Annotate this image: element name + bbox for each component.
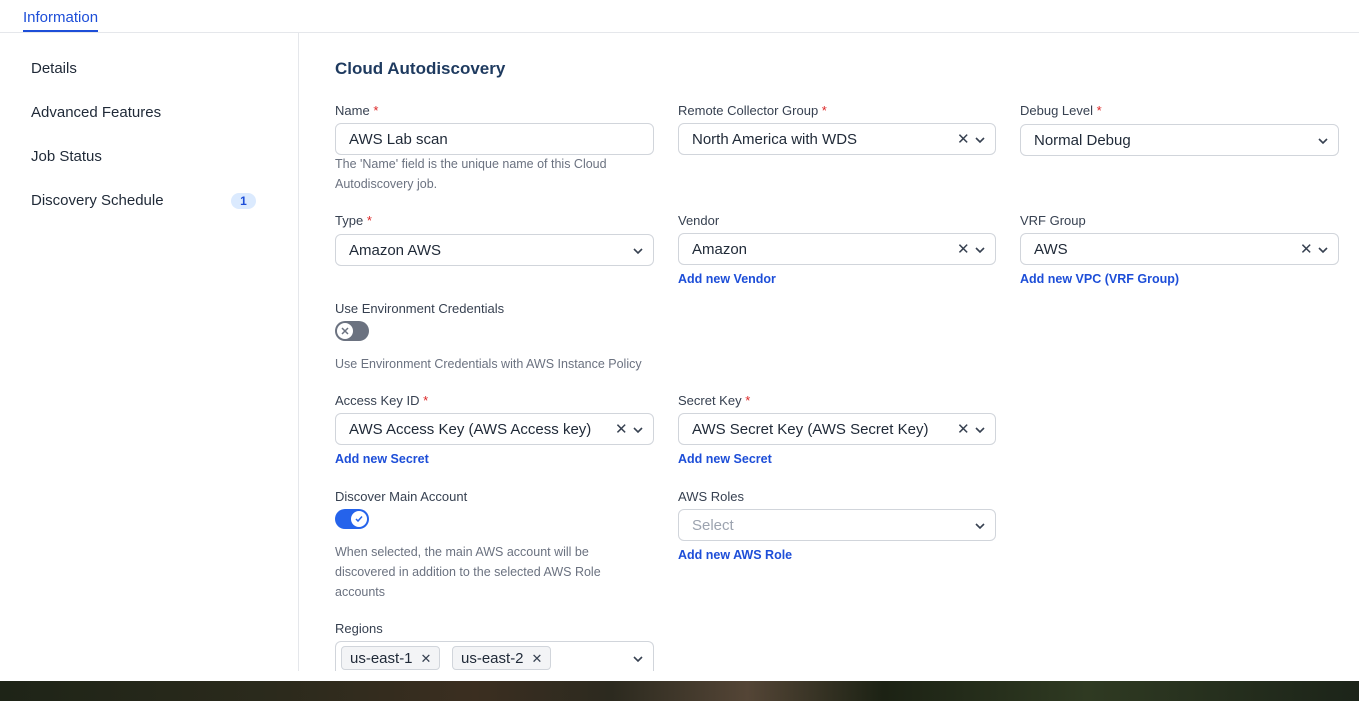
chevron-down-icon[interactable] <box>974 244 986 256</box>
debug-level-label: Debug Level * <box>1020 103 1102 118</box>
chevron-down-icon[interactable] <box>974 520 986 532</box>
chevron-down-icon[interactable] <box>632 653 644 665</box>
use-env-credentials-toggle[interactable] <box>335 321 369 341</box>
name-input-value: AWS Lab scan <box>349 131 448 148</box>
toggle-knob <box>337 323 353 339</box>
page-title: Cloud Autodiscovery <box>335 59 506 78</box>
region-chip: us-east-1 ✕ <box>341 646 441 670</box>
sidebar-item-advanced-features[interactable]: Advanced Features <box>31 104 161 121</box>
name-help-text: The 'Name' field is the unique name of t… <box>335 157 607 191</box>
vendor-label: Vendor <box>678 213 720 228</box>
type-value: Amazon AWS <box>349 242 441 259</box>
close-icon[interactable]: ✕ <box>957 240 970 258</box>
chevron-down-icon[interactable] <box>632 424 644 436</box>
discover-main-account-help: When selected, the main AWS account will… <box>335 545 601 599</box>
access-key-id-value: AWS Access Key (AWS Access key) <box>349 421 592 438</box>
background-photo-strip <box>0 681 1359 701</box>
regions-multiselect[interactable]: us-east-1 ✕ us-east-2 ✕ <box>335 641 654 675</box>
close-icon[interactable]: ✕ <box>957 130 970 148</box>
use-env-credentials-help: Use Environment Credentials with AWS Ins… <box>335 357 642 371</box>
add-new-vendor-link[interactable]: Add new Vendor <box>678 272 776 286</box>
close-icon[interactable]: ✕ <box>1300 240 1313 258</box>
discover-main-account-toggle[interactable] <box>335 509 369 529</box>
discovery-schedule-count-badge: 1 <box>231 193 256 209</box>
add-new-vpc-link[interactable]: Add new VPC (VRF Group) <box>1020 272 1179 286</box>
sidebar-item-job-status[interactable]: Job Status <box>31 148 102 165</box>
remote-collector-group-value: North America with WDS <box>692 131 858 148</box>
content-bottom-edge <box>0 671 1359 681</box>
aws-roles-placeholder: Select <box>692 517 734 534</box>
x-icon <box>337 327 353 335</box>
secret-key-value: AWS Secret Key (AWS Secret Key) <box>692 421 929 438</box>
remote-collector-group-label: Remote Collector Group * <box>678 103 827 118</box>
chevron-down-icon[interactable] <box>1317 244 1329 256</box>
tab-information[interactable]: Information <box>23 9 99 32</box>
name-label: Name * <box>335 103 379 118</box>
type-select[interactable]: Amazon AWS <box>335 234 654 266</box>
chevron-down-icon[interactable] <box>1317 135 1329 147</box>
sidebar-item-discovery-schedule[interactable]: Discovery Schedule <box>31 192 164 209</box>
add-new-secret-link[interactable]: Add new Secret <box>335 452 429 466</box>
vendor-value: Amazon <box>692 241 748 258</box>
discover-main-account-label: Discover Main Account <box>335 489 468 504</box>
add-new-aws-role-link[interactable]: Add new AWS Role <box>678 548 792 562</box>
regions-label: Regions <box>335 621 383 636</box>
access-key-id-label: Access Key ID * <box>335 393 429 408</box>
name-input[interactable]: AWS Lab scan <box>335 123 654 155</box>
debug-level-select[interactable]: Normal Debug <box>1020 124 1339 156</box>
aws-roles-select[interactable]: Select <box>678 509 996 541</box>
debug-level-value: Normal Debug <box>1034 132 1131 149</box>
close-icon[interactable]: ✕ <box>615 420 628 438</box>
access-key-id-select[interactable]: AWS Access Key (AWS Access key) ✕ <box>335 413 654 445</box>
vrf-group-select[interactable]: AWS ✕ <box>1020 233 1339 265</box>
aws-roles-label: AWS Roles <box>678 489 744 504</box>
chevron-down-icon[interactable] <box>974 424 986 436</box>
chevron-down-icon[interactable] <box>974 134 986 146</box>
vendor-select[interactable]: Amazon ✕ <box>678 233 996 265</box>
close-icon[interactable]: ✕ <box>421 651 432 666</box>
use-env-credentials-label: Use Environment Credentials <box>335 301 505 316</box>
top-tab-bar: Information <box>0 0 1359 33</box>
sidebar-item-details[interactable]: Details <box>31 60 77 77</box>
type-label: Type * <box>335 213 372 228</box>
toggle-knob <box>351 511 367 527</box>
vrf-group-label: VRF Group <box>1020 213 1086 228</box>
sidebar <box>0 33 299 671</box>
chevron-down-icon[interactable] <box>632 245 644 257</box>
secret-key-label: Secret Key * <box>678 393 751 408</box>
close-icon[interactable]: ✕ <box>957 420 970 438</box>
close-icon[interactable]: ✕ <box>532 651 543 666</box>
remote-collector-group-select[interactable]: North America with WDS ✕ <box>678 123 996 155</box>
region-chip: us-east-2 ✕ <box>452 646 552 670</box>
check-icon <box>351 515 367 523</box>
secret-key-select[interactable]: AWS Secret Key (AWS Secret Key) ✕ <box>678 413 996 445</box>
vrf-group-value: AWS <box>1034 241 1068 258</box>
add-new-secret-link-2[interactable]: Add new Secret <box>678 452 772 466</box>
